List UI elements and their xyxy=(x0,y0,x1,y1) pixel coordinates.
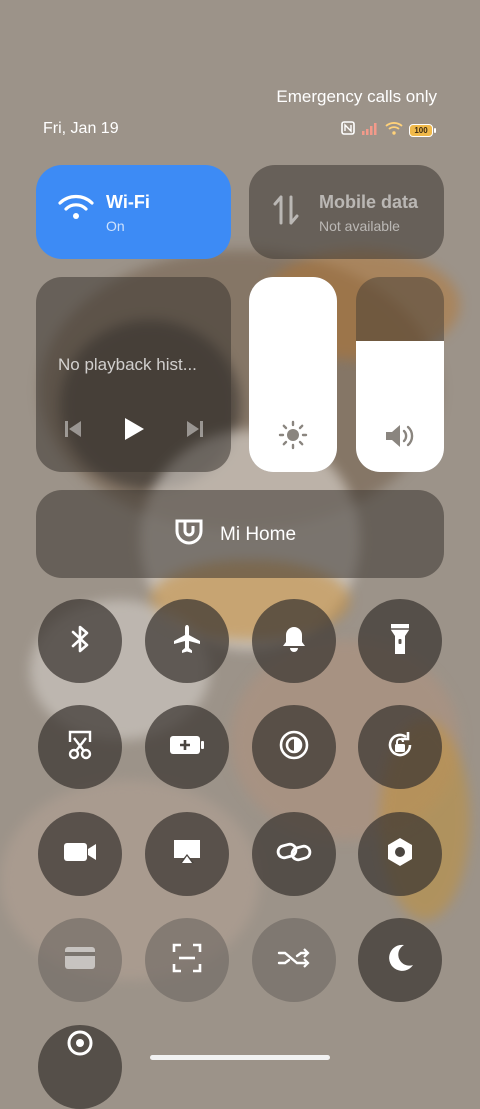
link-toggle[interactable] xyxy=(252,812,336,896)
rotation-lock-toggle[interactable] xyxy=(358,705,442,789)
dnd-toggle[interactable] xyxy=(358,918,442,1002)
screenshot-icon xyxy=(65,729,95,766)
battery-saver-toggle[interactable] xyxy=(145,705,229,789)
mobile-data-tile[interactable]: Mobile data Not available xyxy=(249,165,444,259)
signal-icon xyxy=(361,122,379,140)
play-button[interactable] xyxy=(122,416,146,447)
shuffle-toggle[interactable] xyxy=(252,918,336,1002)
next-button[interactable] xyxy=(184,418,206,445)
location-toggle[interactable] xyxy=(38,1025,122,1109)
card-icon xyxy=(64,946,96,975)
dark-mode-icon xyxy=(278,729,310,766)
bluetooth-icon xyxy=(66,623,94,660)
mi-home-label: Mi Home xyxy=(220,524,297,545)
nfc-icon xyxy=(341,121,355,140)
video-icon xyxy=(63,841,97,868)
cast-toggle[interactable] xyxy=(145,812,229,896)
system-icons: 100 xyxy=(341,121,436,140)
cast-icon xyxy=(171,838,203,871)
sound-toggle[interactable] xyxy=(252,599,336,683)
battery-icon: 100 xyxy=(409,124,436,137)
media-player: No playback hist... xyxy=(36,277,231,472)
battery-saver-icon xyxy=(168,734,206,761)
bluetooth-toggle[interactable] xyxy=(38,599,122,683)
date-text: Fri, Jan 19 xyxy=(43,120,119,137)
scanner-toggle[interactable] xyxy=(145,918,229,1002)
emergency-calls-text: Emergency calls only xyxy=(276,87,437,106)
mobile-data-title: Mobile data xyxy=(319,192,419,212)
shuffle-icon xyxy=(277,947,311,974)
scan-icon xyxy=(172,943,202,978)
wifi-icon xyxy=(58,193,94,226)
airplane-mode-toggle[interactable] xyxy=(145,599,229,683)
settings-toggle[interactable] xyxy=(358,812,442,896)
mobile-data-status: Not available xyxy=(319,218,400,234)
home-indicator[interactable] xyxy=(150,1055,330,1060)
wifi-tile[interactable]: Wi-Fi On xyxy=(36,165,231,259)
screenshot-toggle[interactable] xyxy=(38,705,122,789)
airplane-icon xyxy=(171,623,203,660)
rotation-lock-icon xyxy=(384,729,416,766)
status-area: Emergency calls only Fri, Jan 19 100 xyxy=(0,0,480,150)
wifi-status-icon xyxy=(385,121,403,140)
bell-icon xyxy=(280,624,308,659)
wifi-status: On xyxy=(106,218,125,234)
media-status: No playback hist... xyxy=(58,355,197,374)
link-icon xyxy=(276,840,312,869)
volume-icon xyxy=(356,422,444,450)
brightness-icon xyxy=(249,420,337,450)
moon-icon xyxy=(385,943,415,978)
flashlight-toggle[interactable] xyxy=(358,599,442,683)
battery-level: 100 xyxy=(409,124,433,137)
brightness-slider[interactable] xyxy=(249,277,337,472)
location-icon xyxy=(65,1028,95,1063)
settings-hex-icon xyxy=(385,836,415,873)
dark-mode-toggle[interactable] xyxy=(252,705,336,789)
mi-home-icon xyxy=(174,517,204,554)
volume-fill xyxy=(356,341,444,472)
card-toggle[interactable] xyxy=(38,918,122,1002)
wifi-title: Wi-Fi xyxy=(106,192,150,212)
mi-home-button[interactable]: Mi Home xyxy=(36,490,444,578)
previous-button[interactable] xyxy=(62,418,84,445)
video-toggle[interactable] xyxy=(38,812,122,896)
volume-slider[interactable] xyxy=(356,277,444,472)
flashlight-icon xyxy=(388,622,412,661)
mobile-data-icon xyxy=(271,193,301,232)
